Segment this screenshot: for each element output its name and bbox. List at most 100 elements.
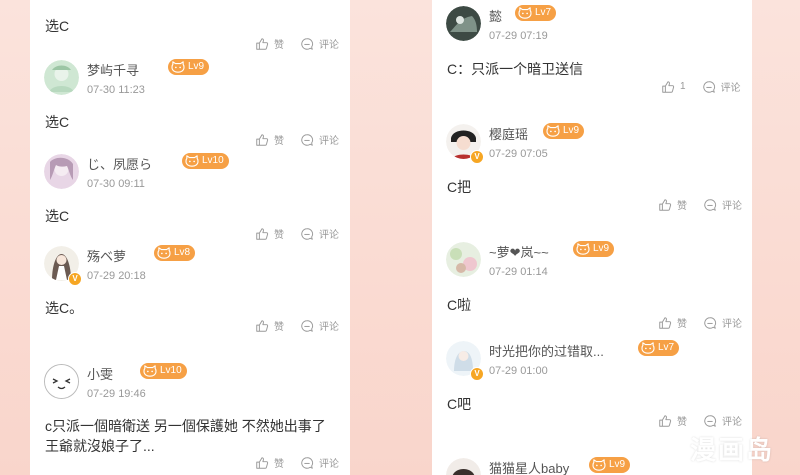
cat-icon	[592, 459, 606, 471]
thumbs-up-icon	[255, 133, 269, 147]
comment-actions: 赞 评论	[658, 413, 742, 428]
comment-text: C啦	[447, 297, 472, 313]
comment-panel-left: 选C 赞 评论 梦屿千寻 Lv9 07-30 11:23 选C 赞 评论 じ、夙…	[30, 0, 350, 475]
level-badge: Lv9	[573, 241, 615, 257]
comment-time: 07-30 09:11	[87, 178, 145, 190]
comment-icon	[300, 133, 314, 147]
comment-icon	[300, 37, 314, 51]
level-badge: Lv8	[154, 245, 196, 261]
username[interactable]: 猫猫星人baby	[489, 458, 569, 475]
level-badge: Lv9	[589, 457, 631, 473]
thumbs-up-icon	[658, 198, 672, 212]
username[interactable]: 樱庭瑶	[489, 124, 528, 143]
thumbs-up-icon	[658, 414, 672, 428]
comment-text: c只派一個暗衛送 另一個保護她 不然她出事了 王爺就沒娘子了...	[45, 418, 330, 454]
comment-icon	[300, 456, 314, 470]
username[interactable]: ~萝❤岚~~	[489, 242, 549, 261]
comment-header: V 樱庭瑶 Lv9 07-29 07:05	[446, 123, 746, 164]
comment-actions: 赞 评论	[255, 36, 339, 51]
avatar[interactable]	[446, 242, 481, 277]
avatar[interactable]	[446, 458, 481, 475]
comment-icon	[702, 80, 716, 94]
like-button[interactable]: 赞	[255, 226, 284, 241]
comment-actions: 赞 评论	[255, 318, 339, 333]
like-button[interactable]: 赞	[255, 455, 284, 470]
v-badge-icon: V	[470, 150, 484, 164]
cat-icon	[171, 61, 185, 73]
level-badge: Lv10	[140, 363, 187, 379]
comment-header: V 时光把你的过错取... Lv7 07-29 01:00	[446, 340, 746, 381]
comment-text: 选C	[45, 114, 70, 130]
thumbs-up-icon	[255, 456, 269, 470]
level-badge: Lv7	[638, 340, 680, 356]
thumbs-up-icon	[255, 37, 269, 51]
avatar[interactable]	[44, 364, 79, 399]
comment-text: 选C。	[45, 300, 84, 316]
like-button[interactable]: 赞	[255, 318, 284, 333]
comment-button[interactable]: 评论	[702, 79, 741, 94]
username[interactable]: じ、夙愿ら	[87, 154, 152, 173]
level-badge: Lv9	[168, 59, 210, 75]
like-button[interactable]: 赞	[658, 413, 687, 428]
comment-header: 梦屿千寻 Lv9 07-30 11:23	[44, 59, 344, 100]
level-badge: Lv10	[182, 153, 229, 169]
avatar[interactable]	[44, 60, 79, 95]
comment-time: 07-29 20:18	[87, 270, 146, 282]
comment-header: V 殇ベ萝 Lv8 07-29 20:18	[44, 245, 344, 286]
comment-header: ~萝❤岚~~ Lv9 07-29 01:14	[446, 241, 746, 282]
comment-panel-right: 懿 Lv7 07-29 07:19 C：只派一个暗卫送信 1 评论 V 樱庭瑶 …	[432, 0, 752, 475]
comment-button[interactable]: 评论	[300, 318, 339, 333]
like-button[interactable]: 赞	[658, 315, 687, 330]
comment-header: じ、夙愿ら Lv10 07-30 09:11	[44, 153, 344, 194]
comment-button[interactable]: 评论	[300, 455, 339, 470]
watermark-text: 漫画岛	[690, 434, 775, 465]
cat-icon	[143, 365, 157, 377]
cat-icon	[157, 247, 171, 259]
comment-time: 07-29 07:19	[489, 30, 548, 42]
comment-actions: 赞 评论	[255, 455, 339, 470]
comment-text: 选C	[45, 208, 70, 224]
cat-icon	[641, 342, 655, 354]
comment-time: 07-30 11:23	[87, 84, 145, 96]
v-badge-icon: V	[68, 272, 82, 286]
like-button[interactable]: 1	[661, 80, 686, 94]
comment-header: 懿 Lv7 07-29 07:19	[446, 5, 746, 46]
username[interactable]: 殇ベ萝	[87, 246, 126, 265]
like-button[interactable]: 赞	[255, 132, 284, 147]
comment-actions: 赞 评论	[658, 197, 742, 212]
comment-text: C：只派一个暗卫送信	[447, 61, 584, 77]
comment-actions: 赞 评论	[658, 315, 742, 330]
comment-time: 07-29 01:14	[489, 266, 548, 278]
username[interactable]: 懿	[489, 6, 502, 25]
level-badge: Lv7	[515, 5, 557, 21]
username[interactable]: 时光把你的过错取...	[489, 341, 604, 360]
comment-text: 选C	[45, 18, 70, 34]
v-badge-icon: V	[470, 367, 484, 381]
comment-actions: 赞 评论	[255, 132, 339, 147]
comment-button[interactable]: 评论	[300, 132, 339, 147]
comment-icon	[703, 316, 717, 330]
comment-time: 07-29 01:00	[489, 365, 548, 377]
level-badge: Lv9	[543, 123, 585, 139]
comment-time: 07-29 19:46	[87, 388, 146, 400]
like-button[interactable]: 赞	[658, 197, 687, 212]
comment-icon	[703, 198, 717, 212]
comment-button[interactable]: 评论	[300, 226, 339, 241]
comment-button[interactable]: 评论	[300, 36, 339, 51]
thumbs-up-icon	[661, 80, 675, 94]
avatar[interactable]	[44, 154, 79, 189]
comment-button[interactable]: 评论	[703, 413, 742, 428]
thumbs-up-icon	[658, 316, 672, 330]
username[interactable]: 梦屿千寻	[87, 60, 139, 79]
comment-button[interactable]: 评论	[703, 197, 742, 212]
username[interactable]: 小雯	[87, 364, 113, 383]
comment-button[interactable]: 评论	[703, 315, 742, 330]
watermark-logo: M 漫画岛	[648, 428, 774, 468]
comment-icon	[300, 227, 314, 241]
like-button[interactable]: 赞	[255, 36, 284, 51]
comment-header: 小雯 Lv10 07-29 19:46	[44, 363, 344, 404]
comment-time: 07-29 07:05	[489, 148, 548, 160]
like-count: 1	[680, 81, 686, 92]
thumbs-up-icon	[255, 319, 269, 333]
avatar[interactable]	[446, 6, 481, 41]
